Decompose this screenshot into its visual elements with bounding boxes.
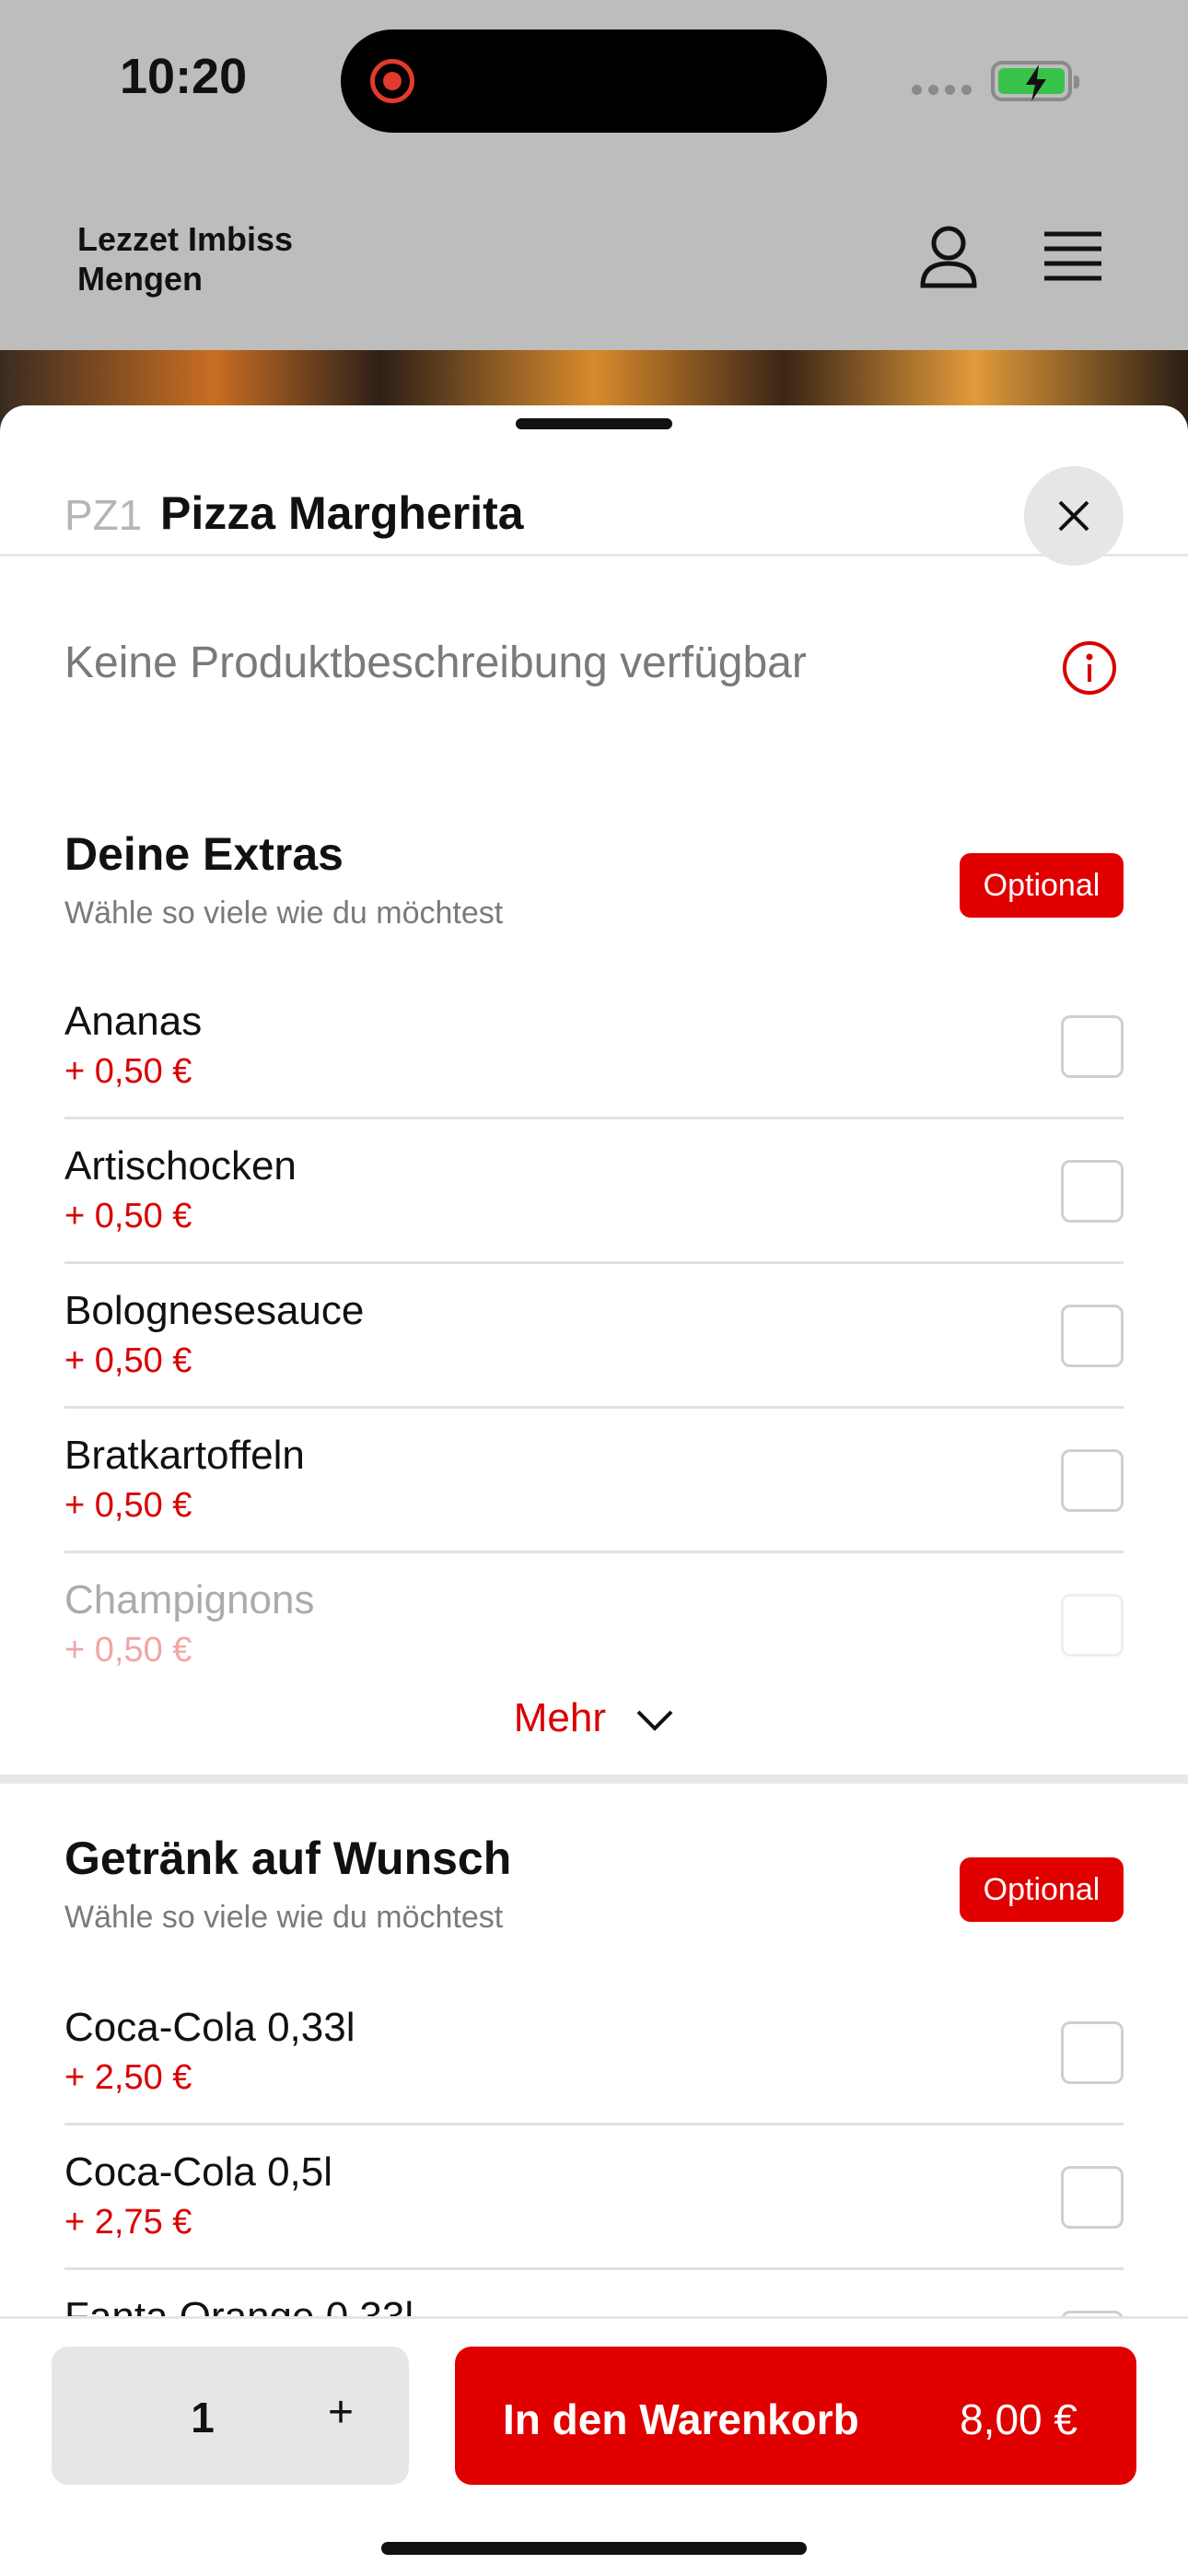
drinks-title: Getränk auf Wunsch	[64, 1832, 512, 1884]
option-name: Coca-Cola 0,33l	[64, 2005, 355, 2050]
extras-title: Deine Extras	[64, 828, 344, 880]
hamburger-menu-icon[interactable]	[1041, 227, 1105, 286]
drinks-subtitle: Wähle so viele wie du möchtest	[64, 1900, 504, 1935]
option-checkbox[interactable]	[1061, 1160, 1124, 1223]
show-more-label: Mehr	[513, 1695, 606, 1740]
extra-option-champignons[interactable]: Champignons + 0,50 €	[64, 1553, 1124, 1698]
option-price: + 0,50 €	[64, 1486, 192, 1525]
product-description: Keine Produktbeschreibung verfügbar	[64, 638, 807, 687]
restaurant-name: Lezzet Imbiss Mengen	[77, 220, 294, 298]
product-title: Pizza Margherita	[160, 487, 524, 539]
option-name: Champignons	[64, 1577, 315, 1622]
option-price: + 0,50 €	[64, 1052, 192, 1091]
info-icon[interactable]	[1061, 639, 1118, 697]
increase-quantity-button[interactable]: +	[328, 2387, 354, 2438]
product-sheet: PZ1 Pizza Margherita Keine Produktbeschr…	[0, 405, 1188, 2576]
extra-option-artischocken[interactable]: Artischocken + 0,50 €	[64, 1119, 1124, 1264]
option-name: Artischocken	[64, 1143, 297, 1188]
option-checkbox[interactable]	[1061, 1449, 1124, 1512]
option-name: Coca-Cola 0,5l	[64, 2149, 333, 2195]
extras-optional-badge: Optional	[960, 853, 1124, 918]
drink-option-coca-cola-05[interactable]: Coca-Cola 0,5l + 2,75 €	[64, 2125, 1124, 2270]
close-button[interactable]	[1024, 466, 1124, 566]
option-checkbox[interactable]	[1061, 1305, 1124, 1367]
add-to-cart-button[interactable]: In den Warenkorb 8,00 €	[455, 2347, 1136, 2485]
sheet-grabber[interactable]	[516, 418, 672, 429]
option-name: Ananas	[64, 999, 203, 1044]
option-price: + 2,50 €	[64, 2058, 192, 2097]
dynamic-island	[341, 29, 827, 133]
option-checkbox[interactable]	[1061, 2166, 1124, 2229]
battery-icon	[991, 61, 1079, 101]
bottom-action-bar: 1 + In den Warenkorb 8,00 €	[0, 2316, 1188, 2576]
close-icon	[1058, 500, 1089, 532]
option-price: + 0,50 €	[64, 1197, 192, 1235]
recording-icon	[370, 59, 414, 103]
option-price: + 2,75 €	[64, 2203, 192, 2242]
show-more-button[interactable]: Mehr	[0, 1695, 1188, 1741]
signal-icon	[912, 83, 978, 100]
product-code: PZ1	[64, 491, 143, 539]
option-checkbox[interactable]	[1061, 2021, 1124, 2084]
cart-total-price: 8,00 €	[960, 2395, 1077, 2443]
extra-option-bolognesesauce[interactable]: Bolognesesauce + 0,50 €	[64, 1264, 1124, 1409]
status-time: 10:20	[120, 49, 248, 104]
sheet-header: PZ1 Pizza Margherita	[0, 442, 1188, 566]
extra-option-ananas[interactable]: Ananas + 0,50 €	[64, 975, 1124, 1119]
home-indicator	[381, 2542, 807, 2555]
add-to-cart-label: In den Warenkorb	[503, 2395, 859, 2443]
option-price: + 0,50 €	[64, 1631, 192, 1669]
option-name: Bratkartoffeln	[64, 1433, 305, 1478]
app-header: Lezzet Imbiss Mengen	[0, 166, 1188, 350]
section-divider	[0, 1774, 1188, 1784]
status-bar: 10:20	[0, 0, 1188, 166]
option-price: + 0,50 €	[64, 1341, 192, 1380]
extras-subtitle: Wähle so viele wie du möchtest	[64, 896, 504, 931]
chevron-down-icon	[636, 1710, 673, 1732]
drinks-optional-badge: Optional	[960, 1857, 1124, 1922]
quantity-stepper[interactable]: 1 +	[52, 2347, 409, 2485]
option-checkbox[interactable]	[1061, 1015, 1124, 1078]
option-name: Bolognesesauce	[64, 1288, 365, 1333]
user-icon[interactable]	[912, 221, 985, 295]
option-checkbox[interactable]	[1061, 1594, 1124, 1657]
drink-option-coca-cola-033[interactable]: Coca-Cola 0,33l + 2,50 €	[64, 1981, 1124, 2125]
extra-option-bratkartoffeln[interactable]: Bratkartoffeln + 0,50 €	[64, 1409, 1124, 1553]
